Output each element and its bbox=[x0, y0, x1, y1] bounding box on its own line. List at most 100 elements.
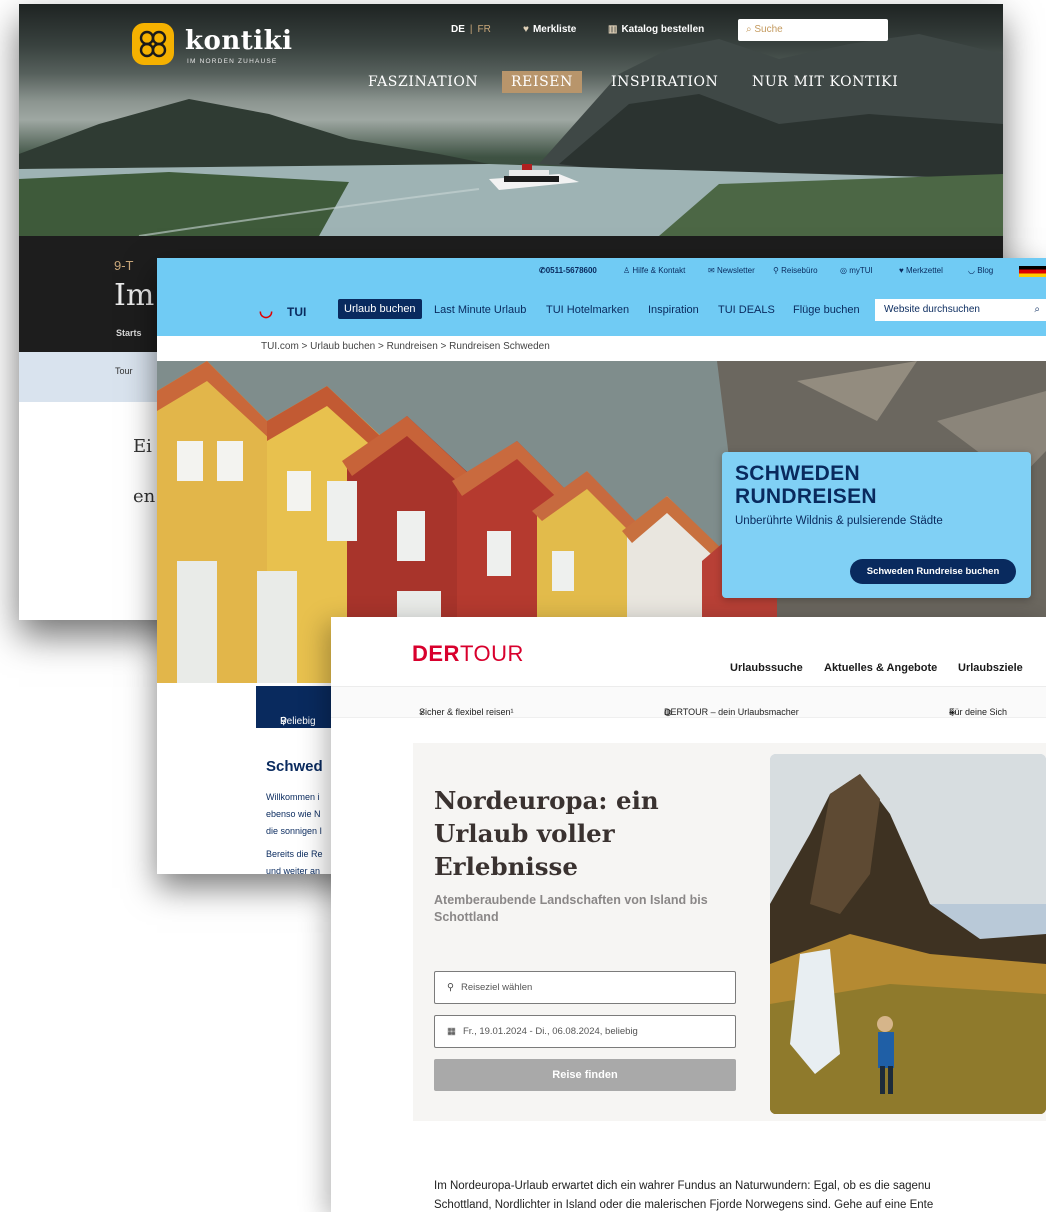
search-icon: ⌕ bbox=[1034, 304, 1040, 315]
nav-reisen[interactable]: REISEN bbox=[502, 71, 582, 93]
german-flag-icon[interactable] bbox=[1019, 266, 1046, 277]
body-line: Im Nordeuropa-Urlaub erwartet dich ein w… bbox=[434, 1180, 931, 1192]
newsletter-link[interactable]: ✉ Newsletter bbox=[708, 266, 755, 275]
nav-fluege-buchen[interactable]: Flüge buchen bbox=[793, 304, 860, 316]
tui-logo-text[interactable]: TUI bbox=[287, 305, 306, 319]
tour-tab[interactable]: Tour bbox=[115, 366, 133, 376]
breadcrumb[interactable]: TUI.com > Urlaub buchen > Rundreisen > R… bbox=[261, 341, 550, 352]
mytui-label: myTUI bbox=[849, 266, 873, 275]
people-icon: ♙ bbox=[623, 266, 633, 275]
reisebuero-label: Reisebüro bbox=[781, 266, 818, 275]
katalog-label: Katalog bestellen bbox=[621, 24, 705, 35]
kontiki-logo-subtitle: IM NORDEN ZUHAUSE bbox=[187, 58, 278, 65]
heart-icon: ♥ bbox=[899, 266, 906, 275]
reisebuero-link[interactable]: ⚲ Reisebüro bbox=[773, 266, 818, 275]
merkliste-link[interactable]: ♥ Merkliste bbox=[523, 24, 576, 35]
destination-input[interactable]: ⚲ Reiseziel wählen bbox=[434, 971, 736, 1004]
tui-search-placeholder: Website durchsuchen bbox=[884, 304, 980, 315]
calendar-icon: ▦ bbox=[447, 1026, 456, 1037]
text-line: Bereits die Re bbox=[266, 849, 323, 859]
promo-box: SCHWEDEN RUNDREISEN Unberührte Wildnis &… bbox=[722, 452, 1031, 598]
location-pin-icon: ⚲ bbox=[773, 266, 782, 275]
kontiki-search-input[interactable]: ⌕ Suche bbox=[738, 19, 888, 41]
text-line: und weiter an bbox=[266, 866, 321, 874]
intro-text-line: en bbox=[133, 486, 156, 507]
text-line: die sonnigen I bbox=[266, 826, 323, 836]
usp-bar: ✓ Sicher & flexibel reisen¹ ◍ DERTOUR – … bbox=[331, 687, 1046, 718]
help-label: Hilfe & Kontakt bbox=[632, 266, 686, 275]
usp-label: Sicher & flexibel reisen¹ bbox=[419, 707, 514, 717]
newsletter-label: Newsletter bbox=[716, 266, 755, 275]
text-line: ebenso wie N bbox=[266, 809, 321, 819]
destination-placeholder: Reiseziel wählen bbox=[460, 982, 533, 993]
tour-meta: Starts bbox=[116, 328, 142, 338]
phone-number: 0511-5678600 bbox=[545, 266, 597, 275]
promo-book-button[interactable]: Schweden Rundreise buchen bbox=[850, 559, 1016, 584]
nav-inspiration[interactable]: Inspiration bbox=[648, 304, 699, 316]
location-pin-icon: ⚲ bbox=[447, 982, 454, 993]
find-trip-button[interactable]: Reise finden bbox=[434, 1059, 736, 1091]
blog-link[interactable]: ◡ Blog bbox=[968, 266, 993, 275]
katalog-link[interactable]: ▥ Katalog bestellen bbox=[608, 24, 704, 35]
brand-light: TOUR bbox=[459, 641, 524, 666]
section-title: Schwed bbox=[266, 758, 323, 775]
dertour-header: DERTOUR Urlaubssuche Aktuelles & Angebot… bbox=[331, 617, 1046, 687]
language-switch: DE | FR bbox=[451, 24, 491, 35]
tui-utility-bar: ✆0511-5678600 ♙ Hilfe & Kontakt ✉ Newsle… bbox=[157, 258, 1046, 284]
nav-faszination[interactable]: FASZINATION bbox=[368, 74, 478, 90]
help-link[interactable]: ♙ Hilfe & Kontakt bbox=[623, 266, 685, 275]
date-range-input[interactable]: ▦ Fr., 19.01.2024 - Di., 06.08.2024, beli… bbox=[434, 1015, 736, 1048]
nav-urlaub-buchen[interactable]: Urlaub buchen bbox=[338, 299, 422, 319]
kontiki-logo-text[interactable]: kontiki bbox=[185, 26, 293, 56]
dertour-page-window: DERTOUR Urlaubssuche Aktuelles & Angebot… bbox=[331, 617, 1046, 1212]
kontiki-search-placeholder: Suche bbox=[754, 24, 783, 35]
dertour-logo[interactable]: DERTOUR bbox=[412, 641, 524, 667]
picker-label: Beliebig bbox=[280, 716, 316, 727]
smile-icon: ◡ bbox=[968, 266, 978, 275]
promo-subtitle: Unberührte Wildnis & pulsierende Städte bbox=[735, 515, 943, 527]
text-line: Willkommen i bbox=[266, 792, 320, 802]
promo-title-line2: RUNDREISEN bbox=[735, 485, 877, 508]
body-line: Schottland, Nordlichter in Island oder d… bbox=[434, 1199, 934, 1211]
account-icon: ◎ bbox=[840, 266, 850, 275]
nav-hotelmarken[interactable]: TUI Hotelmarken bbox=[546, 304, 629, 316]
iceland-mountain-photo bbox=[770, 754, 1046, 1114]
merkliste-label: Merkliste bbox=[532, 24, 577, 35]
nav-tui-deals[interactable]: TUI DEALS bbox=[718, 304, 775, 316]
page-subtitle: Atemberaubende Landschaften von Island b… bbox=[434, 893, 708, 924]
page-title: Nordeuropa: ein Urlaub voller Erlebnisse bbox=[434, 786, 659, 881]
tui-search-input[interactable]: Website durchsuchen ⌕ bbox=[875, 299, 1046, 321]
phone-icon: ✆ bbox=[539, 266, 546, 275]
nav-nur-mit-kontiki[interactable]: NUR MIT KONTIKI bbox=[752, 74, 898, 90]
mail-icon: ✉ bbox=[708, 266, 717, 275]
phone-link[interactable]: ✆0511-5678600 bbox=[539, 266, 597, 275]
kontiki-logo-badge[interactable] bbox=[132, 23, 174, 65]
promo-title-line1: SCHWEDEN bbox=[735, 462, 860, 485]
date-range-value: Fr., 19.01.2024 - Di., 06.08.2024, belie… bbox=[462, 1026, 638, 1037]
mytui-link[interactable]: ◎ myTUI bbox=[840, 266, 873, 275]
tour-title: Im bbox=[114, 278, 155, 313]
brand-bold: DER bbox=[412, 641, 460, 666]
lang-de[interactable]: DE bbox=[451, 24, 465, 35]
tour-kicker: 9-T bbox=[114, 258, 134, 273]
destination-picker[interactable]: ⚲ Beliebig bbox=[256, 686, 336, 728]
book-icon: ▥ bbox=[608, 24, 618, 35]
usp-label: DERTOUR – dein Urlaubsmacher bbox=[664, 707, 799, 717]
search-icon: ⌕ bbox=[746, 24, 752, 35]
lang-fr[interactable]: FR bbox=[478, 24, 491, 35]
nav-aktuelles-angebote[interactable]: Aktuelles & Angebote bbox=[824, 662, 937, 674]
nav-urlaubsziele[interactable]: Urlaubsziele bbox=[958, 662, 1023, 674]
tui-smile-logo-icon[interactable]: ◡ bbox=[259, 301, 273, 321]
tui-main-nav: ◡ TUI Urlaub buchen Last Minute Urlaub T… bbox=[157, 284, 1046, 336]
lang-separator: | bbox=[469, 24, 473, 35]
nav-inspiration[interactable]: INSPIRATION bbox=[611, 74, 718, 90]
nav-urlaubssuche[interactable]: Urlaubssuche bbox=[730, 662, 803, 674]
merkzettel-link[interactable]: ♥ Merkzettel bbox=[899, 266, 943, 275]
usp-label: Für deine Sich bbox=[949, 707, 1008, 717]
heart-icon: ♥ bbox=[523, 24, 529, 35]
nav-last-minute[interactable]: Last Minute Urlaub bbox=[434, 304, 526, 316]
blog-label: Blog bbox=[977, 266, 994, 275]
intro-body-text: Im Nordeuropa-Urlaub erwartet dich ein w… bbox=[434, 1177, 1046, 1212]
merkzettel-label: Merkzettel bbox=[905, 266, 943, 275]
intro-text-line: Ei bbox=[133, 436, 152, 457]
